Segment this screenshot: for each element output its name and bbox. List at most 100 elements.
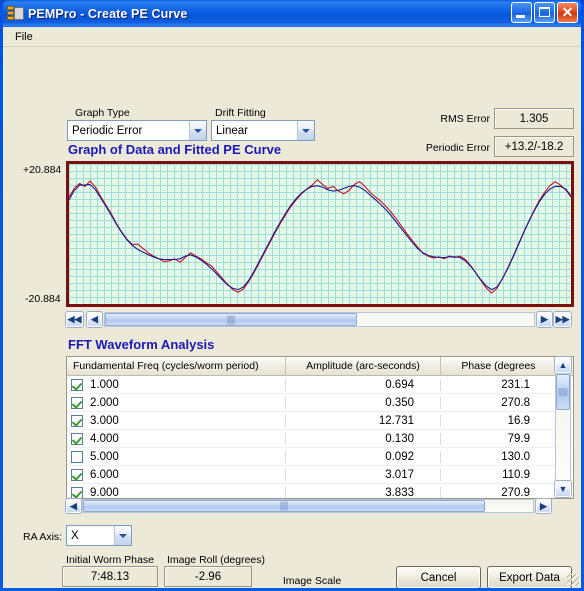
- menu-bar: File: [3, 27, 581, 47]
- checkbox-checked-icon[interactable]: [71, 414, 83, 427]
- graph-type-label: Graph Type: [75, 107, 130, 119]
- fft-frequency-value: 3.000: [90, 414, 119, 427]
- fft-table: Fundamental Freq (cycles/worm period) Am…: [66, 356, 574, 499]
- ra-axis-label: RA Axis:: [23, 531, 63, 543]
- window-title: PEMPro - Create PE Curve: [28, 6, 188, 21]
- fft-frequency-value: 1.000: [90, 378, 119, 391]
- graph-scrollbar-track[interactable]: [104, 312, 535, 327]
- application-window: PEMPro - Create PE Curve ✕ File Graph Ty…: [0, 0, 584, 591]
- fft-scroll-left-button[interactable]: ◀: [66, 499, 81, 513]
- fft-frequency-value: 5.000: [90, 450, 119, 463]
- table-row[interactable]: 9.000 3.833 270.9: [67, 484, 573, 499]
- graph-y-max-label: +20.884: [23, 164, 62, 176]
- checkbox-checked-icon[interactable]: [71, 432, 83, 445]
- fft-cell-phase: 110.9: [441, 468, 557, 481]
- fft-cell-amplitude: 3.833: [286, 486, 441, 498]
- fft-cell-phase: 130.0: [441, 450, 557, 463]
- fft-section-title: FFT Waveform Analysis: [68, 337, 215, 352]
- fft-table-body: 1.000 0.694 231.1 2.000 0.350 270.8 3.000 12.73…: [67, 376, 573, 499]
- fft-vertical-scrollbar-thumb[interactable]: [556, 374, 570, 410]
- fft-cell-phase: 16.9: [441, 414, 557, 427]
- fft-cell-amplitude: 3.017: [286, 468, 441, 481]
- fft-cell-frequency: 5.000: [67, 450, 286, 463]
- fft-frequency-value: 9.000: [90, 486, 119, 499]
- fft-cell-frequency: 4.000: [67, 432, 286, 445]
- chevron-down-icon: [297, 121, 314, 140]
- fft-cell-amplitude: 0.130: [286, 432, 441, 445]
- drift-fitting-value: Linear: [216, 124, 248, 137]
- graph-y-min-label: -20.884: [25, 293, 61, 305]
- fft-scroll-right-button[interactable]: ▶: [536, 499, 551, 513]
- menu-item-file[interactable]: File: [9, 29, 39, 45]
- checkbox-checked-icon[interactable]: [71, 396, 83, 409]
- fft-cell-phase: 270.8: [441, 396, 557, 409]
- graph-scroll-last-button[interactable]: ▶▶: [554, 312, 571, 327]
- fft-cell-amplitude: 12.731: [286, 414, 441, 427]
- fft-cell-frequency: 6.000: [67, 468, 286, 481]
- checkbox-checked-icon[interactable]: [71, 468, 83, 481]
- fft-frequency-value: 4.000: [90, 432, 119, 445]
- minimize-button[interactable]: [511, 2, 532, 23]
- image-roll-label: Image Roll (degrees): [166, 554, 266, 566]
- table-row[interactable]: 1.000 0.694 231.1: [67, 376, 573, 394]
- ra-axis-value: X: [71, 529, 79, 542]
- export-data-button[interactable]: Export Data: [487, 566, 572, 588]
- drift-fitting-label: Drift Fitting: [215, 107, 266, 119]
- chevron-down-icon: [189, 121, 206, 140]
- rms-error-label: RMS Error: [440, 113, 490, 125]
- chevron-down-icon: [114, 526, 131, 545]
- table-row[interactable]: 5.000 0.092 130.0: [67, 448, 573, 466]
- pe-curve-chart[interactable]: [66, 161, 574, 307]
- close-button[interactable]: ✕: [557, 2, 578, 23]
- fft-cell-phase: 231.1: [441, 378, 557, 391]
- table-row[interactable]: 2.000 0.350 270.8: [67, 394, 573, 412]
- rms-error-value: 1.305: [494, 108, 574, 129]
- checkbox-unchecked-icon[interactable]: [71, 450, 83, 463]
- fft-frequency-value: 6.000: [90, 468, 119, 481]
- graph-scrollbar-thumb[interactable]: [105, 313, 357, 326]
- ra-axis-select[interactable]: X: [66, 525, 132, 546]
- periodic-error-value: +13.2/-18.2: [494, 136, 574, 157]
- checkbox-checked-icon[interactable]: [71, 486, 83, 498]
- resize-grip[interactable]: [567, 574, 579, 586]
- title-bar: PEMPro - Create PE Curve ✕: [3, 0, 581, 27]
- initial-worm-phase-value: 7:48.13: [62, 566, 158, 587]
- graph-scroll-first-button[interactable]: ◀◀: [66, 312, 83, 327]
- image-roll-value: -2.96: [164, 566, 252, 587]
- periodic-error-label: Periodic Error: [425, 142, 490, 154]
- cancel-button[interactable]: Cancel: [396, 566, 481, 588]
- fft-table-header: Fundamental Freq (cycles/worm period) Am…: [67, 357, 573, 376]
- graph-scroll-prev-button[interactable]: ◀: [87, 312, 102, 327]
- column-header-amplitude[interactable]: Amplitude (arc-seconds): [286, 357, 441, 375]
- graph-type-value: Periodic Error: [72, 124, 143, 137]
- graph-type-select[interactable]: Periodic Error: [67, 120, 207, 141]
- graph-scroll-next-button[interactable]: ▶: [537, 312, 552, 327]
- column-header-phase[interactable]: Phase (degrees: [441, 357, 557, 375]
- fft-frequency-value: 2.000: [90, 396, 119, 409]
- window-controls: ✕: [511, 2, 578, 23]
- column-header-frequency[interactable]: Fundamental Freq (cycles/worm period): [67, 357, 286, 375]
- content-area: Graph Type Periodic Error Drift Fitting …: [3, 47, 581, 588]
- table-row[interactable]: 3.000 12.731 16.9: [67, 412, 573, 430]
- fft-scroll-up-button[interactable]: ▲: [555, 357, 571, 373]
- fft-cell-amplitude: 0.350: [286, 396, 441, 409]
- fft-scroll-down-button[interactable]: ▼: [555, 481, 571, 497]
- fft-cell-phase: 270.9: [441, 486, 557, 498]
- fft-cell-frequency: 9.000: [67, 486, 286, 499]
- drift-fitting-select[interactable]: Linear: [211, 120, 315, 141]
- table-row[interactable]: 6.000 3.017 110.9: [67, 466, 573, 484]
- fft-cell-amplitude: 0.092: [286, 450, 441, 463]
- chart-plot-area: [69, 178, 571, 294]
- fft-vertical-scrollbar-track[interactable]: [555, 373, 571, 481]
- fft-cell-phase: 79.9: [441, 432, 557, 445]
- maximize-button[interactable]: [534, 2, 555, 23]
- fft-cell-frequency: 1.000: [67, 378, 286, 391]
- fft-horizontal-scrollbar-track[interactable]: [82, 499, 534, 513]
- window-frame: PEMPro - Create PE Curve ✕ File Graph Ty…: [0, 0, 584, 591]
- pempro-app-icon: [7, 5, 24, 22]
- checkbox-checked-icon[interactable]: [71, 378, 83, 391]
- series-measured-data: [69, 178, 571, 294]
- fft-cell-frequency: 3.000: [67, 414, 286, 427]
- table-row[interactable]: 4.000 0.130 79.9: [67, 430, 573, 448]
- fft-horizontal-scrollbar-thumb[interactable]: [83, 500, 485, 512]
